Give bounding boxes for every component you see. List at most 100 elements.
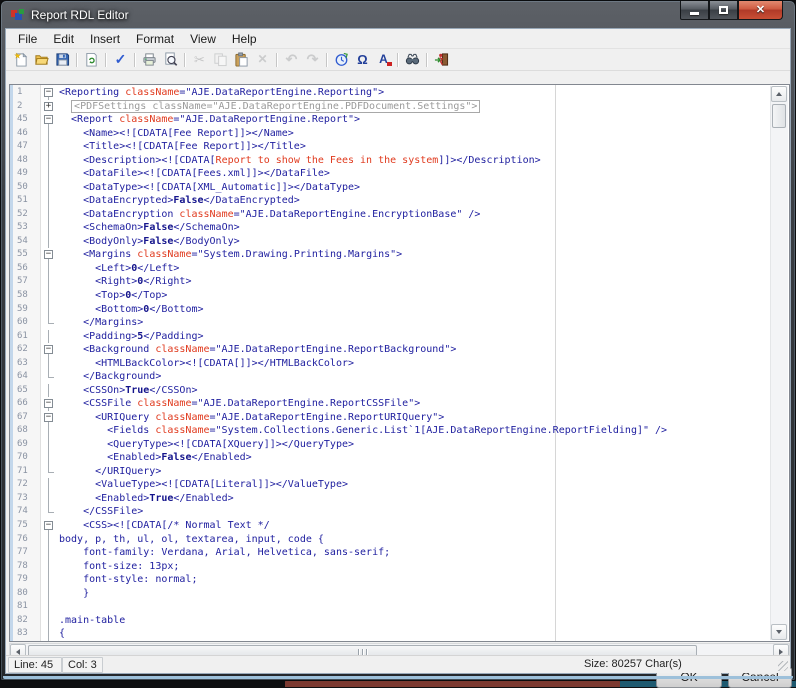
menu-insert[interactable]: Insert xyxy=(82,30,128,48)
window-border-glow xyxy=(3,676,793,679)
insert-symbol-icon[interactable]: Ω xyxy=(352,51,373,69)
print-preview-icon[interactable] xyxy=(160,51,181,69)
title-bar[interactable]: Report RDL Editor ✕ xyxy=(1,1,795,28)
fold-collapse-icon[interactable]: − xyxy=(41,343,57,357)
maximize-button[interactable] xyxy=(709,1,738,20)
fold-collapse-icon[interactable]: − xyxy=(41,248,57,262)
code-line[interactable]: 65 <CSSOn>True</CSSOn> xyxy=(10,384,789,398)
code-text: <PDFSettings className="AJE.DataReportEn… xyxy=(57,100,480,114)
code-line[interactable]: 51 <DataEncrypted>False</DataEncrypted> xyxy=(10,194,789,208)
resize-grip[interactable] xyxy=(778,661,788,671)
fold-guide xyxy=(41,357,57,371)
code-line[interactable]: 77 font-family: Verdana, Arial, Helvetic… xyxy=(10,546,789,560)
fold-guide xyxy=(41,181,57,195)
code-line[interactable]: 66− <CSSFile className="AJE.DataReportEn… xyxy=(10,397,789,411)
code-line[interactable]: 58 <Top>0</Top> xyxy=(10,289,789,303)
code-line[interactable]: 79 font-style: normal; xyxy=(10,573,789,587)
fold-expand-icon[interactable]: + xyxy=(41,100,57,114)
copy-icon xyxy=(210,51,231,69)
code-line[interactable]: 83{ xyxy=(10,627,789,641)
line-number: 73 xyxy=(10,492,41,506)
code-line[interactable]: 50 <DataType><![CDATA[XML_Automatic]]></… xyxy=(10,181,789,195)
print-icon[interactable] xyxy=(139,51,160,69)
fold-collapse-icon[interactable]: − xyxy=(41,86,57,100)
code-line[interactable]: 71 </URIQuery> xyxy=(10,465,789,479)
code-line[interactable]: 74 </CSSFile> xyxy=(10,505,789,519)
fold-collapse-icon[interactable]: − xyxy=(41,113,57,127)
code-line[interactable]: 64 </Background> xyxy=(10,370,789,384)
code-line[interactable]: 72 <ValueType><![CDATA[Literal]]></Value… xyxy=(10,478,789,492)
code-line[interactable]: 55− <Margins className="System.Drawing.P… xyxy=(10,248,789,262)
caption-buttons: ✕ xyxy=(680,1,783,20)
line-number: 79 xyxy=(10,573,41,587)
find-icon[interactable] xyxy=(402,51,423,69)
view-source-icon[interactable] xyxy=(81,51,102,69)
vertical-scroll-thumb[interactable] xyxy=(772,104,786,128)
insert-datetime-icon[interactable] xyxy=(331,51,352,69)
menu-help[interactable]: Help xyxy=(224,30,265,48)
fold-guide xyxy=(41,384,57,398)
code-editor[interactable]: 1−<Reporting className="AJE.DataReportEn… xyxy=(9,84,790,642)
menu-file[interactable]: File xyxy=(10,30,45,48)
exit-icon[interactable] xyxy=(431,51,452,69)
minimize-button[interactable] xyxy=(680,1,709,20)
code-line[interactable]: 73 <Enabled>True</Enabled> xyxy=(10,492,789,506)
open-file-icon[interactable] xyxy=(31,51,52,69)
validate-icon[interactable]: ✓ xyxy=(110,51,131,69)
code-line[interactable]: 57 <Right>0</Right> xyxy=(10,275,789,289)
menu-view[interactable]: View xyxy=(182,30,224,48)
code-line[interactable]: 69 <QueryType><![CDATA[XQuery]]></QueryT… xyxy=(10,438,789,452)
menu-edit[interactable]: Edit xyxy=(45,30,82,48)
code-line[interactable]: 76body, p, th, ul, ol, textarea, input, … xyxy=(10,533,789,547)
code-text: </CSSFile> xyxy=(57,505,143,519)
save-icon[interactable] xyxy=(52,51,73,69)
code-line[interactable]: 61 <Padding>5</Padding> xyxy=(10,330,789,344)
code-line[interactable]: 68 <Fields className="System.Collections… xyxy=(10,424,789,438)
code-line[interactable]: 59 <Bottom>0</Bottom> xyxy=(10,303,789,317)
code-line[interactable]: 60 </Margins> xyxy=(10,316,789,330)
code-line[interactable]: 47 <Title><![CDATA[Fee Report]]></Title> xyxy=(10,140,789,154)
code-line[interactable]: 81 xyxy=(10,600,789,614)
fold-guide xyxy=(41,627,57,641)
vertical-scrollbar[interactable] xyxy=(770,86,788,640)
code-line[interactable]: 54 <BodyOnly>False</BodyOnly> xyxy=(10,235,789,249)
code-line[interactable]: 1−<Reporting className="AJE.DataReportEn… xyxy=(10,86,789,100)
fold-collapse-icon[interactable]: − xyxy=(41,519,57,533)
scroll-up-arrow[interactable] xyxy=(771,86,787,102)
toolbar-separator xyxy=(105,53,107,67)
fold-collapse-icon[interactable]: − xyxy=(41,411,57,425)
line-number: 67 xyxy=(10,411,41,425)
status-column-indicator: Col: 3 xyxy=(62,657,103,673)
code-line[interactable]: 63 <HTMLBackColor><![CDATA[]]></HTMLBack… xyxy=(10,357,789,371)
code-line[interactable]: 48 <Description><![CDATA[Report to show … xyxy=(10,154,789,168)
minimize-icon xyxy=(690,12,699,15)
code-line[interactable]: 52 <DataEncryption className="AJE.DataRe… xyxy=(10,208,789,222)
new-document-icon[interactable] xyxy=(10,51,31,69)
code-line[interactable]: 2+ <PDFSettings className="AJE.DataRepor… xyxy=(10,100,789,114)
line-number: 81 xyxy=(10,600,41,614)
code-text: <Padding>5</Padding> xyxy=(57,330,204,344)
code-line[interactable]: 62− <Background className="AJE.DataRepor… xyxy=(10,343,789,357)
code-line[interactable]: 78 font-size: 13px; xyxy=(10,560,789,574)
paste-icon[interactable] xyxy=(231,51,252,69)
code-line[interactable]: 67− <URIQuery className="AJE.DataReportE… xyxy=(10,411,789,425)
code-line[interactable]: 46 <Name><![CDATA[Fee Report]]></Name> xyxy=(10,127,789,141)
code-line[interactable]: 75− <CSS><![CDATA[/* Normal Text */ xyxy=(10,519,789,533)
menu-format[interactable]: Format xyxy=(128,30,182,48)
fold-guide xyxy=(41,505,57,519)
code-line[interactable]: 80 } xyxy=(10,587,789,601)
code-line[interactable]: 70 <Enabled>False</Enabled> xyxy=(10,451,789,465)
code-line[interactable]: 82.main-table xyxy=(10,614,789,628)
code-line[interactable]: 45− <Report className="AJE.DataReportEng… xyxy=(10,113,789,127)
font-color-icon[interactable]: A xyxy=(373,51,394,69)
fold-collapse-icon[interactable]: − xyxy=(41,397,57,411)
code-text: <DataType><![CDATA[XML_Automatic]]></Dat… xyxy=(57,181,360,195)
code-line[interactable]: 53 <SchemaOn>False</SchemaOn> xyxy=(10,221,789,235)
close-button[interactable]: ✕ xyxy=(738,1,783,20)
code-text: .main-table xyxy=(57,614,125,628)
code-line[interactable]: 56 <Left>0</Left> xyxy=(10,262,789,276)
fold-guide xyxy=(41,614,57,628)
code-line[interactable]: 49 <DataFile><![CDATA[Fees.xml]]></DataF… xyxy=(10,167,789,181)
scroll-down-arrow[interactable] xyxy=(771,624,787,640)
fold-guide xyxy=(41,438,57,452)
